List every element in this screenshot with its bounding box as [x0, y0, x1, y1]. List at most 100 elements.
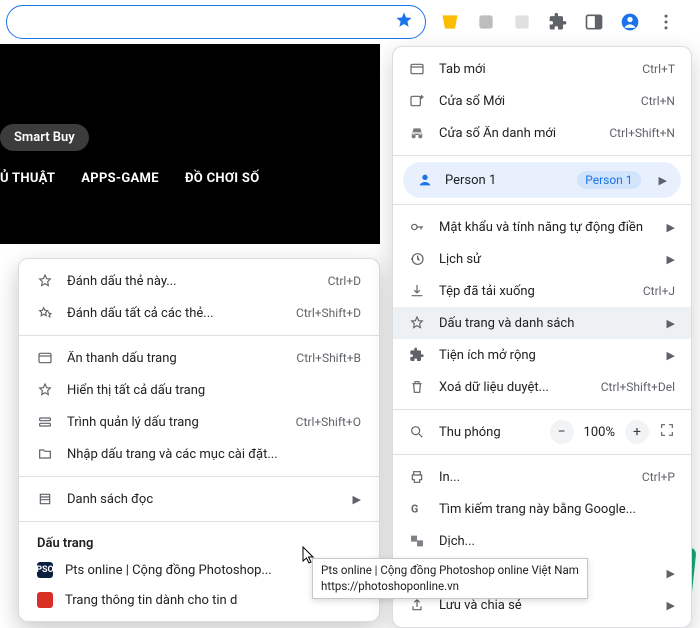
menu-history[interactable]: Lịch sử ▶ — [393, 243, 691, 275]
label: Xoá dữ liệu duyệt... — [439, 380, 587, 395]
label: Hiển thị tất cả dấu trang — [67, 383, 361, 398]
chrome-main-menu: Tab mới Ctrl+T Cửa sổ Mới Ctrl+N Cửa sổ … — [392, 46, 692, 628]
label: Dịch... — [439, 534, 675, 549]
bookmark-star-icon[interactable] — [395, 11, 413, 33]
label: Cửa sổ Ẩn danh mới — [439, 126, 595, 141]
zoom-out-button[interactable]: − — [550, 420, 574, 444]
separator — [393, 204, 691, 205]
new-tab-icon — [409, 61, 425, 77]
submenu-manager[interactable]: Trình quản lý dấu trang Ctrl+Shift+O — [19, 406, 379, 438]
menu-print[interactable]: In... Ctrl+P — [393, 461, 691, 493]
chevron-right-icon: ▶ — [667, 253, 675, 266]
label: Mật khẩu và tính năng tự động điền — [439, 220, 647, 235]
label: Trình quản lý dấu trang — [67, 415, 282, 430]
extension-icon-3[interactable] — [512, 12, 532, 32]
chevron-right-icon: ▶ — [659, 174, 667, 187]
extensions-puzzle-icon[interactable] — [548, 12, 568, 32]
menu-downloads[interactable]: Tệp đã tải xuống Ctrl+J — [393, 275, 691, 307]
separator — [393, 155, 691, 156]
label: Thu phóng — [439, 425, 536, 440]
label: Ẩn thanh dấu trang — [67, 351, 282, 366]
menu-google-search-page[interactable]: G Tìm kiếm trang này bằng Google... — [393, 493, 691, 525]
menu-new-tab[interactable]: Tab mới Ctrl+T — [393, 53, 691, 85]
omnibox[interactable] — [6, 5, 426, 39]
google-icon: G — [409, 501, 425, 517]
chevron-right-icon: ▶ — [667, 317, 675, 330]
nav-item[interactable]: ĐỒ CHƠI SỐ — [185, 171, 260, 186]
separator — [393, 409, 691, 410]
zoom-in-button[interactable]: + — [625, 420, 649, 444]
menu-translate[interactable]: Dịch... — [393, 525, 691, 557]
separator — [393, 454, 691, 455]
submenu-bookmark-tab[interactable]: Đánh dấu thẻ này... Ctrl+D — [19, 265, 379, 297]
fullscreen-icon[interactable] — [659, 422, 675, 442]
label: Đánh dấu tất cả các thẻ... — [67, 306, 282, 321]
favicon-icon: PSO — [37, 562, 53, 578]
chevron-right-icon: ▶ — [667, 567, 675, 580]
reading-list-icon — [37, 491, 53, 507]
separator — [19, 335, 379, 336]
shortcut: Ctrl+N — [641, 94, 675, 108]
menu-bookmarks[interactable]: Dấu trang và danh sách ▶ — [393, 307, 691, 339]
profile-chip: Person 1 — [577, 171, 640, 189]
favicon-icon — [37, 592, 53, 608]
submenu-hide-bar[interactable]: Ẩn thanh dấu trang Ctrl+Shift+B — [19, 342, 379, 374]
shortcut: Ctrl+J — [643, 284, 675, 298]
label: In... — [439, 470, 628, 485]
chrome-menu-icon[interactable] — [656, 12, 676, 32]
trash-icon — [409, 379, 425, 395]
shortcut: Ctrl+T — [642, 62, 675, 76]
nav-item[interactable]: APPS-GAME — [81, 171, 159, 186]
extension-icon-2[interactable] — [476, 12, 496, 32]
submenu-reading-list[interactable]: Danh sách đọc ▶ — [19, 483, 379, 515]
download-icon — [409, 283, 425, 299]
menu-clear-data[interactable]: Xoá dữ liệu duyệt... Ctrl+Shift+Del — [393, 371, 691, 403]
star-icon — [409, 315, 425, 331]
smart-buy-pill[interactable]: Smart Buy — [0, 124, 89, 151]
shortcut: Ctrl+Shift+O — [296, 415, 361, 429]
star-icon — [37, 273, 53, 289]
tooltip-url: https://photoshoponline.vn — [321, 579, 579, 595]
submenu-import[interactable]: Nhập dấu trang và các mục cài đặt... — [19, 438, 379, 470]
incognito-icon — [409, 125, 425, 141]
submenu-show-all[interactable]: Hiển thị tất cả dấu trang — [19, 374, 379, 406]
new-window-icon — [409, 93, 425, 109]
menu-passwords[interactable]: Mật khẩu và tính năng tự động điền ▶ — [393, 211, 691, 243]
label: Tab mới — [439, 62, 628, 77]
extension-icon-1[interactable] — [440, 12, 460, 32]
shortcut: Ctrl+D — [328, 274, 361, 288]
shortcut: Ctrl+Shift+B — [296, 351, 361, 365]
chevron-right-icon: ▶ — [353, 493, 361, 506]
chevron-right-icon: ▶ — [667, 221, 675, 234]
menu-profile[interactable]: Person 1 Person 1 ▶ — [403, 162, 681, 198]
star-icon — [37, 382, 53, 398]
separator — [19, 476, 379, 477]
side-panel-icon[interactable] — [584, 12, 604, 32]
submenu-heading: Dấu trang — [19, 528, 379, 555]
label: Cửa sổ Mới — [439, 94, 627, 109]
profile-avatar-icon[interactable] — [620, 12, 640, 32]
label: Nhập dấu trang và các mục cài đặt... — [67, 447, 361, 462]
menu-extensions[interactable]: Tiện ích mở rộng ▶ — [393, 339, 691, 371]
profile-icon — [417, 172, 433, 188]
bookmark-label: Trang thông tin dành cho tin d — [65, 593, 237, 608]
submenu-bookmark-all[interactable]: Đánh dấu tất cả các thẻ... Ctrl+Shift+D — [19, 297, 379, 329]
cursor-icon — [302, 546, 318, 570]
nav-item[interactable]: Ủ THUẬT — [0, 171, 55, 186]
label: Tìm kiếm trang này bằng Google... — [439, 502, 675, 517]
link-tooltip: Pts online | Cộng đồng Photoshop online … — [312, 558, 588, 599]
zoom-icon — [409, 424, 425, 440]
tooltip-title: Pts online | Cộng đồng Photoshop online … — [321, 563, 579, 579]
menu-new-window[interactable]: Cửa sổ Mới Ctrl+N — [393, 85, 691, 117]
star-multi-icon — [37, 305, 53, 321]
label: Lịch sử — [439, 252, 647, 267]
manager-icon — [37, 414, 53, 430]
shortcut: Ctrl+P — [642, 470, 675, 484]
shortcut: Ctrl+Shift+Del — [601, 380, 675, 394]
menu-zoom: Thu phóng − 100% + — [393, 416, 691, 448]
separator — [19, 521, 379, 522]
menu-incognito[interactable]: Cửa sổ Ẩn danh mới Ctrl+Shift+N — [393, 117, 691, 149]
shortcut: Ctrl+Shift+N — [609, 126, 675, 140]
puzzle-icon — [409, 347, 425, 363]
bookmark-label: Pts online | Cộng đồng Photoshop... — [65, 563, 272, 578]
